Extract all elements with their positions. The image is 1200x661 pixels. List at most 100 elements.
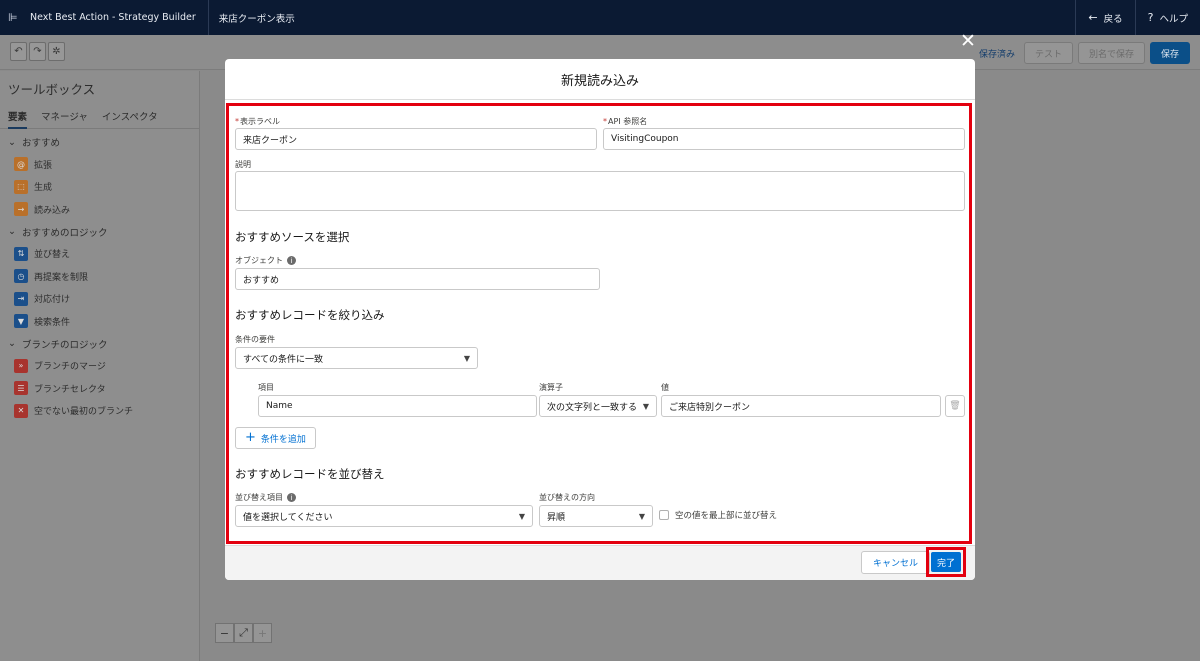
toolbox-item-label: 検索条件 xyxy=(34,317,71,328)
toolbox-item[interactable]: ⇥ 対応付け xyxy=(0,288,199,311)
chevron-down-icon: ⌄ xyxy=(8,136,16,148)
delete-condition-button[interactable]: 🗑 xyxy=(945,395,965,417)
chevron-down-icon: ⌄ xyxy=(8,338,16,349)
undo-button[interactable]: ↶ xyxy=(10,42,27,61)
toolbox-item[interactable]: ⬚ 生成 xyxy=(0,176,199,199)
help-button[interactable]: ? ヘルプ xyxy=(1134,0,1200,35)
element-type-icon: ◷ xyxy=(14,269,28,284)
toolbox-section[interactable]: ⌄ ブランチのロジック xyxy=(0,333,199,355)
toolbox-title: ツールボックス xyxy=(8,82,96,97)
toolbox-section-label: おすすめ xyxy=(21,138,60,149)
condition-value-label: 値 xyxy=(661,383,669,392)
header-divider xyxy=(207,0,209,35)
condition-operator-label: 演算子 xyxy=(539,383,563,392)
object-input[interactable]: おすすめ xyxy=(235,268,600,290)
sort-direction-value: 昇順 xyxy=(547,512,566,523)
add-condition-label: 条件を追加 xyxy=(260,434,306,445)
sort-direction-select[interactable]: 昇順 ▼ xyxy=(539,505,653,527)
sort-section-title: おすすめレコードを並び替え xyxy=(235,467,385,481)
toolbox-item[interactable]: → 読み込み xyxy=(0,198,199,221)
tab-inspector[interactable]: インスペクタ xyxy=(102,109,158,128)
display-label-label-text: 表示ラベル xyxy=(240,117,280,126)
condition-field-label: 項目 xyxy=(258,383,274,392)
toolbox-item[interactable]: ✕ 空でない最初のブランチ xyxy=(0,400,199,423)
requirement-value: すべての条件に一致 xyxy=(243,354,324,365)
back-button[interactable]: ← 戻る xyxy=(1075,0,1134,35)
toolbox-item[interactable]: » ブランチのマージ xyxy=(0,355,199,378)
redo-icon: ↷ xyxy=(33,46,42,57)
redo-button[interactable]: ↷ xyxy=(29,42,46,61)
help-label: ヘルプ xyxy=(1159,13,1188,25)
required-marker: * xyxy=(603,117,607,126)
modal-body: *表示ラベル 来店クーポン *API 参照名 VisitingCoupon 説明… xyxy=(225,101,975,547)
sort-field-select[interactable]: 値を選択してください ▼ xyxy=(235,505,533,527)
app-logo-icon: ⊫ xyxy=(8,11,18,24)
save-button[interactable]: 保存 xyxy=(1149,42,1190,64)
toolbox-item[interactable]: ☰ ブランチセレクタ xyxy=(0,377,199,400)
zoom-in-button[interactable]: + xyxy=(253,623,272,643)
plus-icon: + xyxy=(257,626,268,640)
sort-direction-label: 並び替えの方向 xyxy=(539,493,595,502)
display-label-label: *表示ラベル xyxy=(235,116,280,127)
caret-down-icon: ▼ xyxy=(518,511,525,521)
strategy-name: 来店クーポン表示 xyxy=(218,13,295,25)
element-type-icon: ✕ xyxy=(14,403,28,418)
toolbox-item-label: 空でない最初のブランチ xyxy=(34,407,134,418)
saved-status: 保存済み xyxy=(978,49,1015,60)
condition-operator-select[interactable]: 次の文字列と一致する ▼ xyxy=(539,395,657,417)
nulls-first-checkbox[interactable]: 空の値を最上部に並び替え xyxy=(659,509,777,521)
toolbox-item[interactable]: ▼ 検索条件 xyxy=(0,310,199,333)
display-label-input[interactable]: 来店クーポン xyxy=(235,128,597,150)
sort-field-placeholder: 値を選択してください xyxy=(243,512,333,523)
cancel-button[interactable]: キャンセル xyxy=(861,551,931,574)
save-as-button[interactable]: 別名で保存 xyxy=(1077,42,1145,64)
done-highlight-frame: 完了 xyxy=(926,547,966,577)
condition-value-input[interactable]: ご来店特別クーポン xyxy=(661,395,941,417)
sort-field-label-text: 並び替え項目 xyxy=(235,493,283,502)
add-condition-button[interactable]: + 条件を追加 xyxy=(235,427,316,449)
description-label: 説明 xyxy=(235,160,251,169)
checkbox-box[interactable] xyxy=(659,510,669,520)
api-name-label-text: API 参照名 xyxy=(608,117,648,126)
caret-down-icon: ▼ xyxy=(638,511,645,521)
plus-icon: + xyxy=(245,430,256,445)
api-name-input[interactable]: VisitingCoupon xyxy=(603,128,965,150)
question-icon: ? xyxy=(1147,11,1154,24)
requirement-select[interactable]: すべての条件に一致 ▼ xyxy=(235,347,478,369)
tab-elements[interactable]: 要素 xyxy=(8,109,28,129)
toolbox-element-list: ⌄ おすすめ @ 拡張 ⬚ 生成 → 読み込み ⌄ おすすめのロジック ⇅ 並び替え ◷ 再提案を制限 ⇥ 対… xyxy=(0,129,199,422)
toolbox-item[interactable]: ◷ 再提案を制限 xyxy=(0,265,199,288)
toolbox-item-label: 対応付け xyxy=(34,295,71,306)
settings-button[interactable]: ✲ xyxy=(48,42,65,61)
toolbox-item-label: 再提案を制限 xyxy=(34,272,89,283)
fit-button[interactable]: ⤢ xyxy=(234,623,253,643)
info-icon[interactable]: i xyxy=(287,256,296,265)
zoom-controls: − ⤢ + xyxy=(215,623,272,643)
toolbox-item[interactable]: @ 拡張 xyxy=(0,153,199,176)
undo-icon: ↶ xyxy=(14,46,23,57)
caret-down-icon: ▼ xyxy=(463,353,470,363)
zoom-out-button[interactable]: − xyxy=(215,623,234,643)
description-textarea[interactable] xyxy=(235,171,965,211)
toolbox-section[interactable]: ⌄ おすすめ xyxy=(0,131,199,153)
toolbox-item-label: 並び替え xyxy=(34,250,71,261)
done-button[interactable]: 完了 xyxy=(931,552,961,572)
test-button[interactable]: テスト xyxy=(1023,42,1073,64)
element-type-icon: ⬚ xyxy=(14,179,28,194)
modal-title: 新規読み込み xyxy=(225,59,975,100)
condition-field-input[interactable]: Name xyxy=(258,395,537,417)
toolbox-item[interactable]: ⇅ 並び替え xyxy=(0,243,199,266)
tab-manager[interactable]: マネージャ xyxy=(41,109,88,128)
element-type-icon: ☰ xyxy=(14,381,28,396)
toolbox-item-label: ブランチセレクタ xyxy=(34,384,106,395)
new-load-modal: 新規読み込み *表示ラベル 来店クーポン *API 参照名 VisitingCo… xyxy=(225,59,975,580)
info-icon[interactable]: i xyxy=(287,493,296,502)
toolbox-section[interactable]: ⌄ おすすめのロジック xyxy=(0,221,199,243)
toolbox-item-label: 生成 xyxy=(34,183,53,194)
element-type-icon: » xyxy=(14,358,28,373)
element-type-icon: ▼ xyxy=(14,314,28,329)
toolbox-item-label: 読み込み xyxy=(34,205,71,216)
minus-icon: − xyxy=(219,626,230,640)
element-type-icon: ⇥ xyxy=(14,291,28,306)
modal-close-button[interactable]: ✕ xyxy=(960,31,976,51)
